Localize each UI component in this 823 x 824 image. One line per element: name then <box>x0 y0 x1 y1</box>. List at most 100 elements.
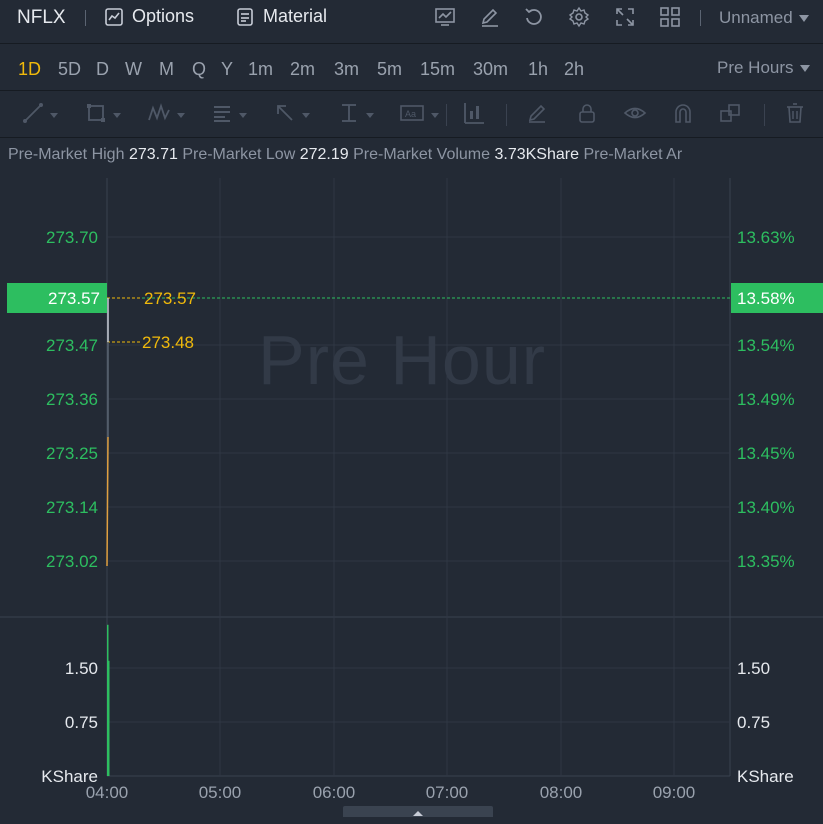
time-tick-label: 08:00 <box>540 783 583 802</box>
period-5m[interactable]: 5m <box>377 59 402 80</box>
price-tick-label: 273.36 <box>46 390 98 409</box>
indicators-icon[interactable] <box>434 6 456 28</box>
percent-tick-label: 13.54% <box>737 336 795 355</box>
price-chart[interactable]: 273.70 273.47 273.36 273.25 273.14 273.02 13.6… <box>0 170 823 817</box>
chevron-down-icon <box>50 112 58 118</box>
divider <box>85 10 86 26</box>
chevron-up-icon <box>413 811 423 816</box>
clone-tool[interactable] <box>719 102 741 129</box>
period-day[interactable]: D <box>96 59 109 80</box>
price-tick-label: 273.70 <box>46 228 98 247</box>
current-price-label: 273.57 <box>48 289 100 308</box>
magnet-tool[interactable] <box>672 102 694 129</box>
visibility-tool[interactable] <box>623 104 647 126</box>
divider <box>764 104 765 126</box>
time-tick-label: 06:00 <box>313 783 356 802</box>
options-button[interactable]: Options <box>104 6 194 27</box>
price-tick-label: 273.14 <box>46 498 98 517</box>
options-label: Options <box>132 6 195 26</box>
text-label-icon: Aa <box>399 102 425 129</box>
price-tick-label: 273.25 <box>46 444 98 463</box>
chevron-down-icon <box>177 112 185 118</box>
current-percent-label: 13.58% <box>737 289 795 308</box>
fullscreen-icon[interactable] <box>614 6 636 28</box>
period-1m[interactable]: 1m <box>248 59 273 80</box>
price-marker-label: 273.57 <box>144 289 196 308</box>
magnet-icon <box>672 102 694 129</box>
text-label-tool[interactable]: Aa <box>399 104 439 126</box>
period-1d[interactable]: 1D <box>18 59 41 80</box>
reset-icon[interactable] <box>523 6 545 28</box>
measure-icon <box>462 101 486 130</box>
price-tick-label: 273.47 <box>46 336 98 355</box>
session-dropdown[interactable]: Pre Hours <box>717 58 810 78</box>
drawing-edit-icon[interactable] <box>479 6 501 28</box>
document-icon <box>235 7 255 27</box>
chevron-down-icon <box>798 14 809 22</box>
material-label: Material <box>263 6 328 26</box>
divider <box>700 10 701 26</box>
period-1h[interactable]: 1h <box>528 59 548 80</box>
chevron-down-icon <box>302 112 310 118</box>
premarket-low-value: 272.19 <box>299 146 349 163</box>
price-marker-label: 273.48 <box>142 333 194 352</box>
period-2m[interactable]: 2m <box>290 59 315 80</box>
options-chart-icon <box>104 7 124 27</box>
time-tick-label: 09:00 <box>653 783 696 802</box>
period-2h[interactable]: 2h <box>564 59 584 80</box>
eye-icon <box>623 102 647 129</box>
pattern-icon <box>147 102 171 129</box>
trash-icon <box>784 102 806 129</box>
percent-tick-label: 13.35% <box>737 552 795 571</box>
layout-name-label: Unnamed <box>719 8 793 27</box>
chevron-down-icon <box>799 64 810 72</box>
premarket-amount-label: Pre-Market Ar <box>583 146 683 163</box>
period-15m[interactable]: 15m <box>420 59 455 80</box>
premarket-high-value: 273.71 <box>128 146 178 163</box>
delete-tool[interactable] <box>784 102 806 129</box>
period-week[interactable]: W <box>125 59 142 80</box>
vertical-ruler-icon <box>338 102 360 129</box>
text-note-tool[interactable] <box>211 104 247 126</box>
premarket-low-label: Pre-Market Low <box>182 146 296 163</box>
volume-tick-label: 1.50 <box>737 659 770 678</box>
symbol-label[interactable]: NFLX <box>17 7 66 29</box>
period-5d[interactable]: 5D <box>58 59 81 80</box>
arrow-tool[interactable] <box>274 104 310 126</box>
premarket-volume-label: Pre-Market Volume <box>353 146 491 163</box>
period-year[interactable]: Y <box>221 59 233 80</box>
top-toolbar: NFLX Options Material Unnamed <box>0 0 823 44</box>
material-button[interactable]: Material <box>235 6 327 27</box>
chevron-down-icon <box>239 112 247 118</box>
layout-grid-icon[interactable] <box>659 6 681 28</box>
period-month[interactable]: M <box>159 59 174 80</box>
measure-tool[interactable] <box>462 102 486 126</box>
clone-icon <box>719 102 741 129</box>
period-quarter[interactable]: Q <box>192 59 206 80</box>
arrow-icon <box>274 102 296 129</box>
volume-tick-label: 0.75 <box>65 713 98 732</box>
volume-tick-label: 1.50 <box>65 659 98 678</box>
rectangle-tool[interactable] <box>85 103 121 126</box>
layout-name-dropdown[interactable]: Unnamed <box>719 8 809 28</box>
lock-tool[interactable] <box>576 102 598 129</box>
lock-icon <box>576 102 598 129</box>
price-tick-label: 273.02 <box>46 552 98 571</box>
chevron-down-icon <box>431 112 439 118</box>
period-3m[interactable]: 3m <box>334 59 359 80</box>
chart-scroll-handle[interactable] <box>343 806 493 817</box>
vertical-ruler-tool[interactable] <box>338 102 374 129</box>
period-bar: 1D 5D D W M Q Y 1m 2m 3m 5m 15m 30m 1h 2… <box>0 45 823 91</box>
pencil-icon <box>526 102 548 129</box>
trend-line-tool[interactable] <box>22 102 58 126</box>
pattern-tool[interactable] <box>147 102 185 129</box>
time-tick-label: 05:00 <box>199 783 242 802</box>
pencil-tool[interactable] <box>526 104 548 126</box>
divider <box>446 104 447 126</box>
premarket-info: Pre-Market High 273.71 Pre-Market Low 27… <box>8 146 682 164</box>
period-30m[interactable]: 30m <box>473 59 508 80</box>
drawing-toolbar: Aa <box>0 92 823 138</box>
settings-icon[interactable] <box>568 6 590 28</box>
percent-tick-label: 13.45% <box>737 444 795 463</box>
divider <box>506 104 507 126</box>
